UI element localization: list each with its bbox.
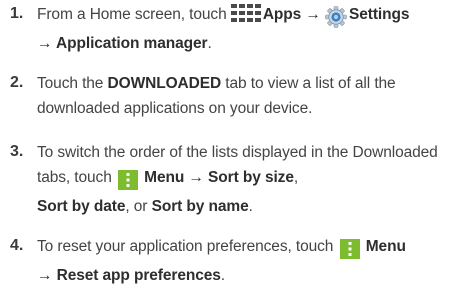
step-number: 1. bbox=[10, 5, 24, 22]
menu-dots-icon bbox=[116, 169, 138, 194]
menu-label: Menu bbox=[365, 238, 406, 255]
reset-app-preferences-label: → Reset app preferences bbox=[37, 267, 221, 284]
sort-by-name-label: Sort by name bbox=[151, 198, 249, 215]
step-number: 4. bbox=[10, 237, 24, 254]
step-number: 3. bbox=[10, 143, 24, 160]
step-text-part: , bbox=[293, 169, 299, 186]
step-text-part: Touch the bbox=[37, 75, 104, 92]
step-text-part: . bbox=[207, 35, 212, 52]
downloaded-tab-label: DOWNLOADED bbox=[107, 75, 222, 92]
apps-label: Apps → bbox=[262, 6, 321, 23]
application-manager-label: → Application manager bbox=[37, 35, 208, 52]
step-text-part: From a Home screen, touch bbox=[37, 6, 227, 23]
menu-sort-by-size-label: Menu → Sort by size bbox=[144, 169, 294, 186]
step-text-part: To reset your application preferences, t… bbox=[37, 238, 334, 255]
step-number: 2. bbox=[10, 74, 24, 91]
menu-dots-icon bbox=[338, 238, 360, 263]
settings-gear-icon bbox=[325, 6, 347, 31]
step-text: From a Home screen, touch Apps → Setting… bbox=[37, 2, 473, 56]
sort-by-date-label: Sort by date bbox=[37, 198, 126, 215]
step-text: To reset your application preferences, t… bbox=[37, 234, 473, 288]
step-text: To switch the order of the lists display… bbox=[37, 140, 447, 219]
step-text-part: . bbox=[220, 267, 225, 284]
settings-label: Settings bbox=[349, 6, 410, 23]
apps-grid-icon bbox=[230, 3, 261, 31]
step-text: Touch the DOWNLOADED tab to view a list … bbox=[37, 71, 457, 121]
step-text-part: . bbox=[248, 198, 253, 215]
step-text-part: , or bbox=[125, 198, 148, 215]
